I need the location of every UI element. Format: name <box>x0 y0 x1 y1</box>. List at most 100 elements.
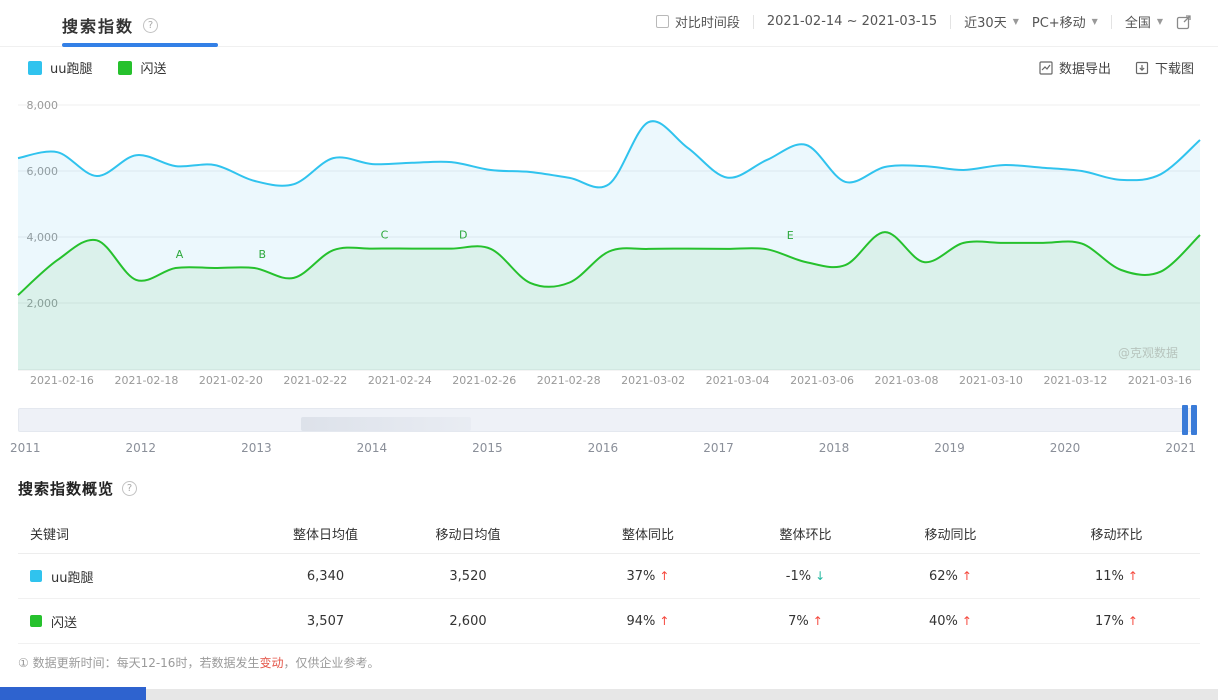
data-update-note: ① 数据更新时间：每天12-16时，若数据发生变动，仅供企业参考。 <box>18 654 379 671</box>
overview-table: 关键词整体日均值移动日均值整体同比整体环比移动同比移动环比uu跑腿6,3403,… <box>18 514 1200 644</box>
keyword-swatch <box>30 570 42 582</box>
data-export-label: 数据导出 <box>1059 58 1111 77</box>
x-tick-label: 2021-02-18 <box>114 374 178 387</box>
arrow-up-icon: ↑ <box>813 614 823 628</box>
x-tick-label: 2021-02-28 <box>537 374 601 387</box>
x-tick-label: 2021-03-08 <box>875 374 939 387</box>
column-header: 关键词 <box>18 524 268 543</box>
data-export-button[interactable]: 数据导出 <box>1039 58 1111 77</box>
arrow-down-icon: ↓ <box>815 569 825 583</box>
year-label: 2016 <box>588 441 619 455</box>
page-title: 搜索指数 <box>62 13 134 37</box>
year-label: 2021 <box>1165 441 1196 455</box>
active-tab-underline <box>62 43 218 47</box>
chart-toolbar: uu跑腿 闪送 数据导出 下载图 <box>28 58 1194 77</box>
x-tick-label: 2021-02-22 <box>283 374 347 387</box>
scrubber-handle-left[interactable] <box>1182 405 1188 435</box>
x-tick-label: 2021-03-16 <box>1128 374 1192 387</box>
x-tick-label: 2021-02-24 <box>368 374 432 387</box>
separator <box>1111 15 1112 29</box>
note-highlight: 变动 <box>259 656 283 670</box>
date-range-value: 2021-02-14 ~ 2021-03-15 <box>767 14 937 29</box>
device-dropdown[interactable]: PC+移动 ▼ <box>1032 12 1098 31</box>
year-label: 2017 <box>703 441 734 455</box>
overview-title: 搜索指数概览 <box>18 478 114 499</box>
legend-item-keyword1[interactable]: uu跑腿 <box>28 58 92 77</box>
legend-item-keyword2[interactable]: 闪送 <box>118 58 166 77</box>
avg-value: 2,600 <box>383 614 553 629</box>
year-label: 2014 <box>357 441 388 455</box>
trend-value: 7%↑ <box>743 614 868 629</box>
arrow-up-icon: ↑ <box>1128 569 1138 583</box>
share-icon <box>1176 14 1192 30</box>
trend-chart[interactable]: 8,0006,0004,0002,000ABCDE <box>0 92 1218 374</box>
keyword-label: uu跑腿 <box>51 567 93 586</box>
year-label: 2013 <box>241 441 272 455</box>
svg-text:C: C <box>381 229 389 242</box>
legend-swatch-green <box>118 61 132 75</box>
arrow-up-icon: ↑ <box>659 569 669 583</box>
table-header-row: 关键词整体日均值移动日均值整体同比整体环比移动同比移动环比 <box>18 514 1200 554</box>
avg-value: 6,340 <box>268 569 383 584</box>
x-tick-label: 2021-03-04 <box>706 374 770 387</box>
tab-search-index[interactable]: 搜索指数 ? <box>62 13 158 37</box>
checkbox-icon[interactable] <box>656 15 669 28</box>
trend-value: 94%↑ <box>553 614 743 629</box>
x-tick-label: 2021-02-20 <box>199 374 263 387</box>
legend-swatch-cyan <box>28 61 42 75</box>
column-header: 整体日均值 <box>268 524 383 543</box>
x-axis: 2021-02-162021-02-182021-02-202021-02-22… <box>30 374 1192 387</box>
column-header: 移动同比 <box>868 524 1033 543</box>
arrow-up-icon: ↑ <box>1128 614 1138 628</box>
header-controls: 对比时间段 2021-02-14 ~ 2021-03-15 近30天 ▼ PC+… <box>656 12 1192 31</box>
year-label: 2015 <box>472 441 503 455</box>
column-header: 移动日均值 <box>383 524 553 543</box>
trend-value: -1%↓ <box>743 569 868 584</box>
help-icon[interactable]: ? <box>122 481 137 496</box>
scrubber-preview <box>301 417 471 431</box>
trend-export-icon <box>1039 61 1053 75</box>
compare-period-checkbox[interactable]: 对比时间段 <box>656 12 740 31</box>
arrow-up-icon: ↑ <box>659 614 669 628</box>
svg-text:A: A <box>176 248 184 261</box>
arrow-up-icon: ↑ <box>962 569 972 583</box>
svg-text:8,000: 8,000 <box>27 99 59 112</box>
column-header: 整体同比 <box>553 524 743 543</box>
year-scrubber[interactable] <box>18 408 1196 432</box>
share-button[interactable] <box>1176 14 1192 30</box>
keyword-cell: 闪送 <box>18 612 268 631</box>
x-tick-label: 2021-03-02 <box>621 374 685 387</box>
scrubber-handle-right[interactable] <box>1191 405 1197 435</box>
time-span-dropdown[interactable]: 近30天 ▼ <box>964 12 1019 31</box>
chevron-down-icon: ▼ <box>1013 17 1019 26</box>
time-span-value: 近30天 <box>964 12 1007 31</box>
year-label: 2019 <box>934 441 965 455</box>
arrow-up-icon: ↑ <box>962 614 972 628</box>
table-row: 闪送3,5072,60094%↑7%↑40%↑17%↑ <box>18 599 1200 644</box>
x-tick-label: 2021-03-10 <box>959 374 1023 387</box>
help-icon[interactable]: ? <box>143 18 158 33</box>
keyword-swatch <box>30 615 42 627</box>
date-range-picker[interactable]: 2021-02-14 ~ 2021-03-15 <box>767 14 937 29</box>
trend-value: 62%↑ <box>868 569 1033 584</box>
year-label: 2012 <box>126 441 157 455</box>
table-row: uu跑腿6,3403,52037%↑-1%↓62%↑11%↑ <box>18 554 1200 599</box>
trend-value: 11%↑ <box>1033 569 1200 584</box>
chart-legend: uu跑腿 闪送 <box>28 58 167 77</box>
header-bar: 搜索指数 ? 对比时间段 2021-02-14 ~ 2021-03-15 近30… <box>0 0 1218 47</box>
region-dropdown[interactable]: 全国 ▼ <box>1125 12 1163 31</box>
chevron-down-icon: ▼ <box>1157 17 1163 26</box>
svg-text:E: E <box>787 229 794 242</box>
chevron-down-icon: ▼ <box>1092 17 1098 26</box>
separator <box>950 15 951 29</box>
x-tick-label: 2021-03-12 <box>1043 374 1107 387</box>
x-tick-label: 2021-03-06 <box>790 374 854 387</box>
overview-section-header: 搜索指数概览 ? <box>18 478 137 499</box>
download-image-button[interactable]: 下载图 <box>1135 58 1194 77</box>
svg-text:B: B <box>259 248 267 261</box>
trend-chart-svg: 8,0006,0004,0002,000ABCDE <box>0 92 1218 374</box>
avg-value: 3,520 <box>383 569 553 584</box>
avg-value: 3,507 <box>268 614 383 629</box>
separator <box>753 15 754 29</box>
year-label: 2011 <box>10 441 41 455</box>
